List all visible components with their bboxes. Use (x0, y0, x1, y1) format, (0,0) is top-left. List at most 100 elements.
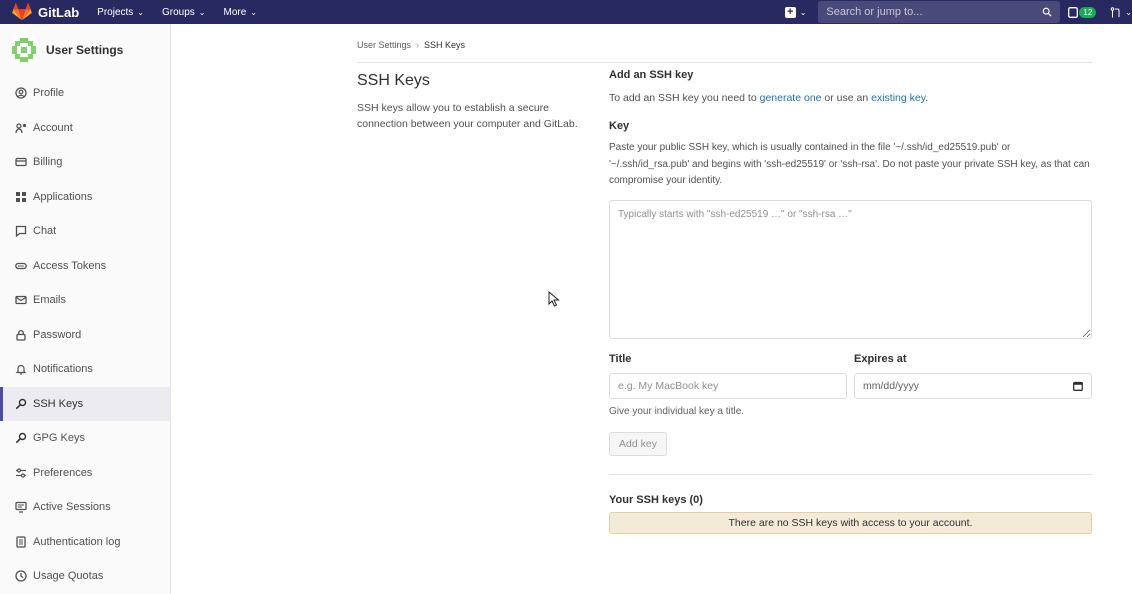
sidebar-item-label: Notifications (33, 363, 93, 376)
expires-label: Expires at (854, 352, 907, 365)
sidebar-item-chat[interactable]: Chat (0, 214, 170, 249)
your-keys-title: Your SSH keys (0) (609, 493, 703, 506)
nav-projects[interactable]: Projects ⌄ (97, 7, 144, 18)
plus-icon: + (784, 6, 796, 18)
token-icon (15, 260, 27, 272)
sidebar-item-authentication-log[interactable]: Authentication log (0, 525, 170, 560)
intro-section: SSH Keys SSH keys allow you to establish… (357, 72, 587, 132)
tanuki-icon (12, 3, 32, 21)
sidebar-item-label: Profile (33, 87, 65, 100)
sidebar-item-label: GPG Keys (33, 432, 85, 445)
breadcrumb-parent[interactable]: User Settings (357, 40, 411, 50)
new-dropdown-button[interactable]: + ⌄ (784, 6, 807, 18)
merge-requests-button[interactable]: ⌄ (1110, 6, 1132, 18)
generate-one-link[interactable]: generate one (760, 92, 822, 104)
empty-keys-alert: There are no SSH keys with access to you… (609, 511, 1092, 534)
billing-icon (15, 156, 27, 168)
quota-icon (15, 570, 27, 582)
page-description: SSH keys allow you to establish a secure… (357, 102, 578, 130)
merge-request-icon (1110, 6, 1120, 17)
breadcrumb: User Settings › SSH Keys (357, 40, 465, 50)
sidebar-item-usage-quotas[interactable]: Usage Quotas (0, 559, 170, 594)
monitor-icon (15, 501, 27, 513)
sidebar-item-emails[interactable]: Emails (0, 283, 170, 318)
sidebar-item-gpg-keys[interactable]: GPG Keys (0, 421, 170, 456)
breadcrumb-current[interactable]: SSH Keys (424, 40, 465, 50)
mail-icon (15, 294, 27, 306)
sidebar-item-profile[interactable]: Profile (0, 76, 170, 111)
avatar (10, 36, 38, 64)
add-key-button[interactable]: Add key (609, 431, 667, 456)
title-help-text: Give your individual key a title. (609, 405, 745, 417)
preferences-icon (15, 467, 27, 479)
search-icon (1043, 7, 1052, 17)
sidebar-item-ssh-keys[interactable]: SSH Keys (0, 386, 170, 421)
key-label: Key (609, 120, 630, 132)
sidebar-item-label: Usage Quotas (33, 570, 104, 583)
settings-sidebar: User Settings Profile Account Billing Appli… (0, 24, 171, 594)
search-box[interactable] (818, 1, 1061, 23)
identicon-icon (12, 38, 36, 62)
add-key-instructions: To add an SSH key you need to generate o… (609, 92, 929, 104)
profile-icon (15, 87, 27, 99)
divider (609, 473, 1092, 475)
title-input[interactable] (609, 372, 847, 399)
existing-key-link[interactable]: existing key (871, 92, 925, 104)
key-textarea[interactable] (609, 199, 1092, 339)
top-navbar: GitLab Projects⌄ Groups⌄ More⌄ + ⌄ 12 ⌄ (0, 0, 1132, 24)
divider (357, 62, 1092, 63)
chevron-down-icon: ⌄ (250, 7, 257, 17)
chevron-down-icon: ⌄ (198, 7, 206, 17)
brand-name: GitLab (38, 4, 80, 20)
sidebar-item-label: Emails (33, 294, 67, 307)
todo-button[interactable]: 12 (1068, 6, 1097, 18)
gitlab-logo[interactable]: GitLab (12, 3, 79, 21)
search-input[interactable] (826, 6, 1043, 18)
sidebar-item-label: Preferences (33, 466, 93, 479)
sidebar-title: User Settings (46, 43, 124, 57)
sidebar-header[interactable]: User Settings (0, 24, 170, 76)
expires-date-input[interactable]: mm/dd/yyyy (854, 372, 1092, 399)
sidebar-item-access-tokens[interactable]: Access Tokens (0, 249, 170, 284)
mouse-cursor-icon (548, 291, 560, 307)
sidebar-item-label: Active Sessions (33, 501, 111, 514)
sidebar-item-applications[interactable]: Applications (0, 180, 170, 215)
sidebar-item-preferences[interactable]: Preferences (0, 456, 170, 491)
sidebar-item-label: SSH Keys (33, 397, 84, 410)
bell-icon (15, 363, 27, 375)
lock-icon (15, 329, 27, 341)
chevron-right-icon: › (416, 40, 420, 50)
sidebar-item-notifications[interactable]: Notifications (0, 352, 170, 387)
sidebar-item-account[interactable]: Account (0, 111, 170, 146)
chevron-down-icon: ⌄ (799, 7, 807, 17)
main-content: User Settings › SSH Keys SSH Keys SSH keys… (172, 24, 1132, 594)
key-icon (15, 398, 27, 410)
chevron-down-icon: ⌄ (1125, 7, 1132, 17)
sidebar-item-label: Password (33, 328, 82, 341)
sidebar-item-label: Applications (33, 190, 93, 203)
nav-more[interactable]: More ⌄ (224, 7, 258, 18)
sidebar-item-label: Account (33, 121, 73, 134)
sidebar-item-label: Authentication log (33, 535, 121, 548)
chat-icon (15, 225, 27, 238)
title-label: Title (609, 352, 632, 365)
account-icon (15, 122, 27, 134)
sidebar-item-active-sessions[interactable]: Active Sessions (0, 490, 170, 525)
nav-groups[interactable]: Groups ⌄ (162, 7, 206, 18)
todo-icon (1068, 6, 1079, 18)
sidebar-item-billing[interactable]: Billing (0, 145, 170, 180)
key-icon (15, 432, 27, 444)
date-placeholder: mm/dd/yyyy (863, 379, 920, 392)
key-help-text: Paste your public SSH key, which is usua… (609, 142, 1090, 186)
sidebar-item-password[interactable]: Password (0, 318, 170, 353)
calendar-icon[interactable] (1073, 381, 1083, 391)
chevron-down-icon: ⌄ (137, 7, 144, 17)
page-title: SSH Keys (357, 72, 430, 89)
log-icon (15, 536, 27, 548)
todo-count-badge: 12 (1079, 6, 1097, 18)
applications-icon (15, 191, 27, 203)
sidebar-item-label: Chat (33, 225, 57, 238)
add-key-title: Add an SSH key (609, 69, 694, 81)
add-key-form: Add an SSH key To add an SSH key you nee… (609, 69, 1092, 534)
sidebar-item-label: Billing (33, 156, 63, 169)
